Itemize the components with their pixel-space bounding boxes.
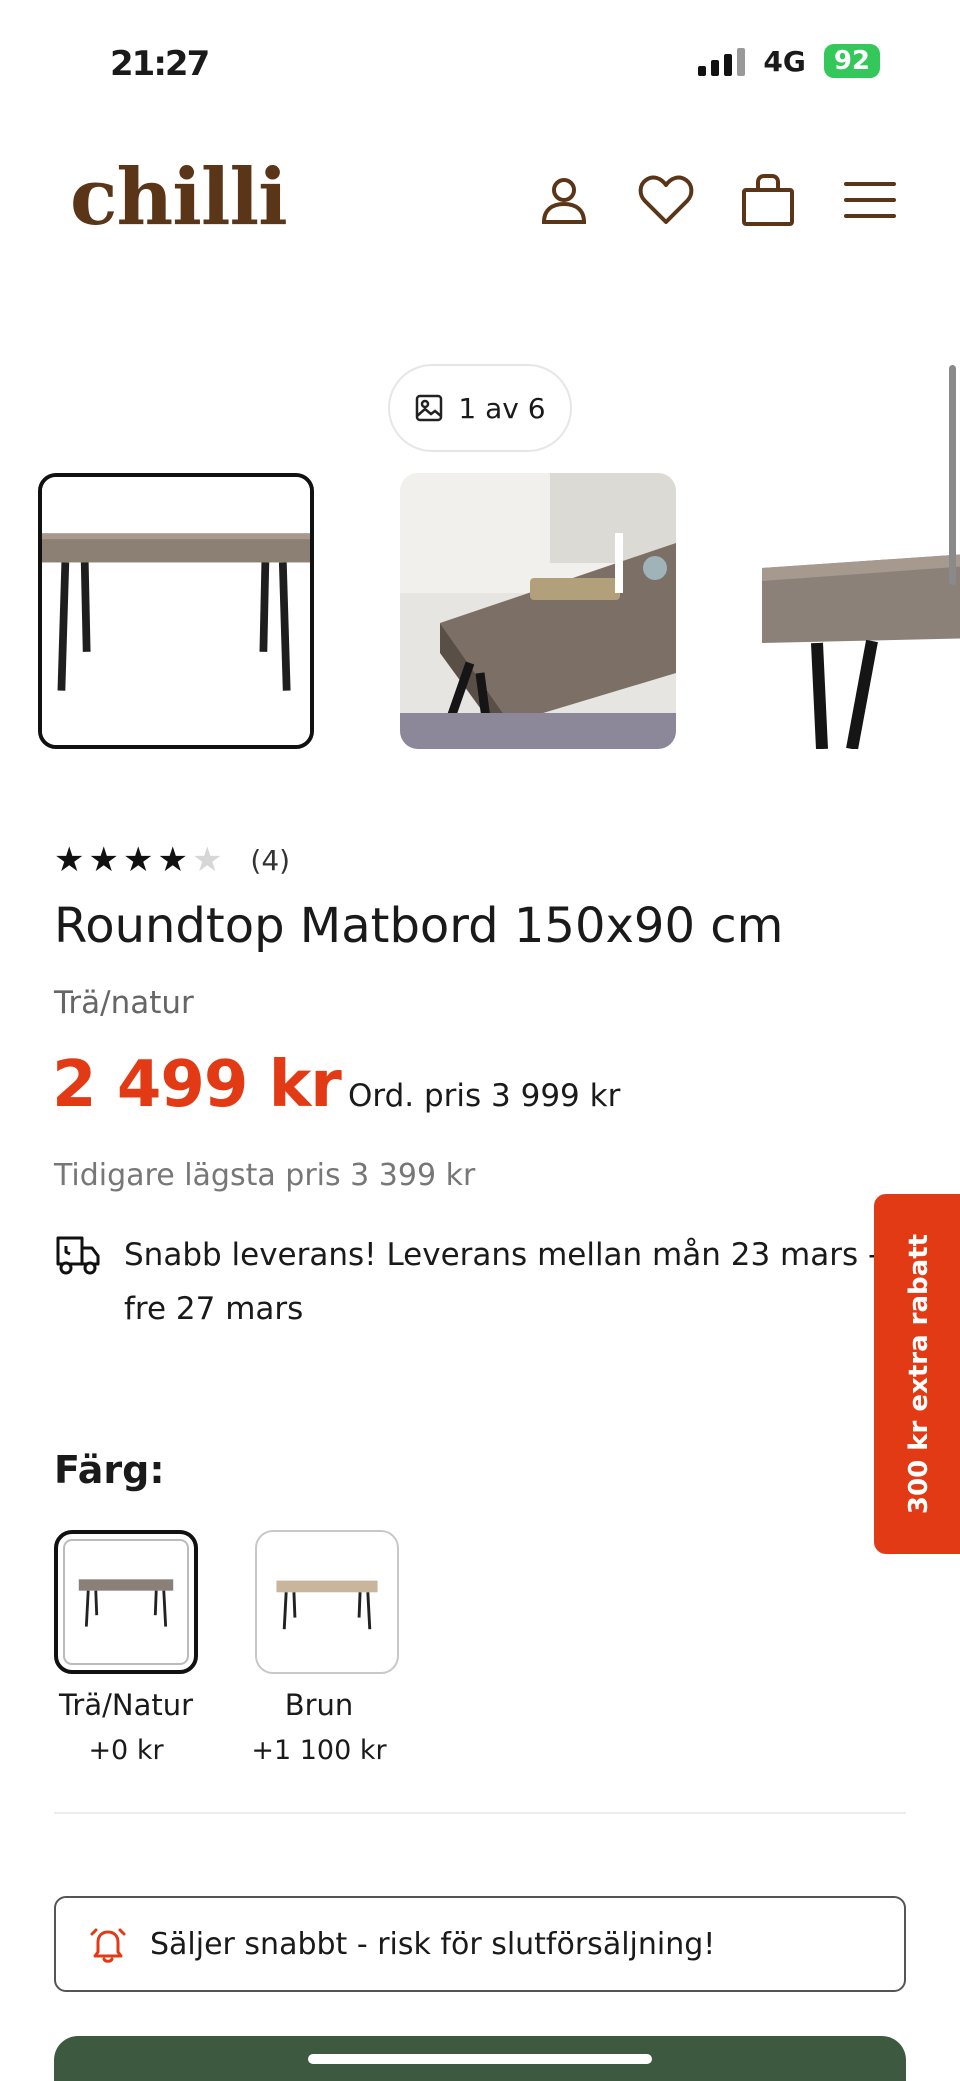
table-brun-image (276, 1580, 378, 1630)
home-indicator[interactable] (308, 2054, 652, 2064)
star-icon-filled: ★ (122, 840, 154, 880)
scrollbar[interactable] (949, 365, 956, 585)
network-type: 4G (763, 44, 806, 78)
color-swatch-brun[interactable] (255, 1530, 399, 1674)
rating-row[interactable]: ★ ★ ★ ★ ★ (4) (54, 840, 290, 880)
gallery-thumb-front[interactable] (38, 473, 314, 749)
status-time: 21:27 (110, 44, 210, 84)
stock-alert-text: Säljer snabbt - risk för slutförsäljning… (150, 1926, 716, 1962)
lowest-price: Tidigare lägsta pris 3 399 kr (54, 1158, 476, 1193)
divider (54, 1812, 906, 1814)
site-header: chilli (0, 140, 960, 260)
image-counter[interactable]: 1 av 6 (388, 364, 572, 452)
image-icon (416, 394, 443, 422)
battery-indicator: 92 (823, 44, 880, 78)
image-counter-text: 1 av 6 (458, 391, 546, 425)
extra-discount-label: 300 kr extra rabatt (904, 1233, 934, 1515)
status-indicators: 4G 92 (698, 44, 880, 78)
menu-icon[interactable] (840, 170, 900, 230)
original-price: Ord. pris 3 999 kr (348, 1078, 621, 1114)
stock-alert: Säljer snabbt - risk för slutförsäljning… (54, 1896, 906, 1992)
color-label: Färg: (54, 1448, 165, 1492)
account-icon[interactable] (534, 170, 594, 230)
color-option-price: +1 100 kr (251, 1735, 387, 1766)
table-natur-image (78, 1579, 174, 1627)
status-bar: 21:27 4G 92 (0, 0, 960, 110)
delivery-text: Snabb leverans! Leverans mellan mån 23 m… (124, 1237, 880, 1327)
star-rating: ★ ★ ★ ★ ★ (54, 840, 222, 880)
bag-icon[interactable] (738, 170, 798, 230)
alarm-bell-icon (90, 1928, 126, 1963)
color-option-price: +0 kr (88, 1735, 164, 1766)
heart-icon[interactable] (636, 170, 696, 230)
header-icons (534, 170, 900, 230)
table-front-image (42, 477, 310, 745)
product-gallery (0, 470, 960, 755)
table-side-image (762, 473, 960, 749)
sale-price: 2 499 kr (52, 1048, 342, 1122)
table-scene-image (400, 473, 676, 749)
gallery-thumb-scene[interactable] (400, 473, 676, 749)
product-title: Roundtop Matbord 150x90 cm (54, 898, 784, 954)
color-option-name: Brun (284, 1688, 354, 1722)
color-swatch-tra-natur[interactable] (54, 1530, 198, 1674)
delivery-truck-icon (56, 1236, 100, 1275)
chilli-logo[interactable]: chilli (70, 152, 288, 243)
extra-discount-tab[interactable]: 300 kr extra rabatt (874, 1194, 960, 1554)
signal-icon (698, 46, 746, 76)
star-icon-filled: ★ (157, 840, 188, 880)
gallery-thumb-side[interactable] (762, 473, 960, 749)
color-option-name: Trä/Natur (58, 1688, 194, 1722)
star-icon-empty: ★ (191, 840, 223, 880)
product-variant: Trä/natur (54, 985, 194, 1021)
star-icon-filled: ★ (88, 840, 119, 880)
star-icon-filled: ★ (54, 840, 85, 880)
review-count[interactable]: (4) (250, 844, 290, 877)
